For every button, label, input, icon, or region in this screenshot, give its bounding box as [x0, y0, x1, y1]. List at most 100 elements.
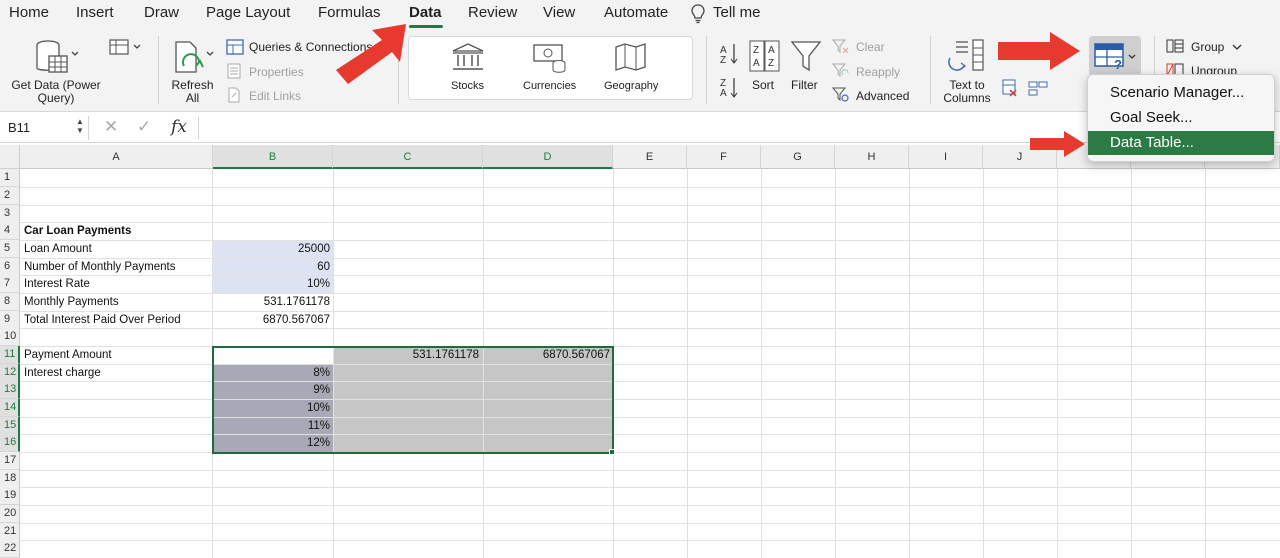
advanced-button[interactable]: Advanced [856, 89, 909, 103]
tab-formulas[interactable]: Formulas [318, 4, 381, 21]
row-header[interactable]: 8 [0, 293, 20, 311]
row-header[interactable]: 17 [0, 452, 20, 470]
menu-item-data-table[interactable]: Data Table... [1088, 131, 1274, 155]
cell-a6[interactable]: Number of Monthly Payments [24, 259, 175, 276]
cell-a4[interactable]: Car Loan Payments [24, 223, 131, 240]
properties-button[interactable]: Properties [249, 65, 304, 79]
row-header[interactable]: 10 [0, 328, 20, 346]
tab-tell-me[interactable]: Tell me [713, 4, 761, 21]
cancel-icon[interactable]: ✕ [104, 117, 118, 137]
insert-function-button[interactable]: fx [171, 117, 187, 137]
gridline [20, 311, 1280, 312]
geography-label[interactable]: Geography [604, 80, 658, 92]
row-header[interactable]: 21 [0, 523, 20, 541]
tab-page-layout[interactable]: Page Layout [206, 4, 290, 21]
cell-a7[interactable]: Interest Rate [24, 276, 90, 293]
active-tab-indicator [409, 25, 443, 28]
group-button[interactable]: Group [1191, 40, 1224, 54]
tab-draw[interactable]: Draw [144, 4, 179, 21]
geography-icon[interactable] [614, 42, 648, 72]
column-header-e[interactable]: E [613, 145, 687, 169]
remove-duplicates-icon[interactable] [1001, 78, 1051, 100]
gridline [1131, 169, 1132, 558]
chevron-down-icon[interactable] [1232, 43, 1242, 51]
cell-b6[interactable]: 60 [213, 259, 330, 276]
gridline [761, 169, 762, 558]
refresh-all-icon[interactable] [172, 40, 216, 78]
row-header[interactable]: 22 [0, 540, 20, 558]
cell-a8[interactable]: Monthly Payments [24, 294, 119, 311]
currencies-label[interactable]: Currencies [523, 80, 576, 92]
from-table-icon[interactable] [108, 38, 142, 58]
row-header[interactable]: 1 [0, 169, 20, 187]
column-header-i[interactable]: I [909, 145, 983, 169]
edit-links-button[interactable]: Edit Links [249, 89, 301, 103]
row-header[interactable]: 14 [0, 399, 20, 417]
sort-ascending-icon[interactable]: A Z Z A [718, 42, 740, 102]
stocks-label[interactable]: Stocks [451, 80, 484, 92]
menu-item-goal-seek[interactable]: Goal Seek... [1088, 106, 1274, 130]
column-header-b[interactable]: B [213, 145, 333, 169]
row-header[interactable]: 18 [0, 470, 20, 488]
column-header-g[interactable]: G [761, 145, 835, 169]
sort-button[interactable]: Sort [752, 78, 774, 92]
what-if-analysis-button[interactable]: ? [1089, 36, 1141, 76]
row-header[interactable]: 2 [0, 187, 20, 205]
gridline [20, 205, 1280, 206]
row-header[interactable]: 20 [0, 505, 20, 523]
clear-button[interactable]: Clear [856, 40, 885, 54]
ribbon-separator [706, 36, 707, 104]
row-header[interactable]: 19 [0, 487, 20, 505]
reapply-button[interactable]: Reapply [856, 65, 900, 79]
menu-item-scenario-manager[interactable]: Scenario Manager... [1088, 81, 1274, 105]
tab-automate[interactable]: Automate [604, 4, 668, 21]
row-header[interactable]: 3 [0, 205, 20, 223]
text-to-columns-button[interactable]: Text to Columns [938, 79, 996, 105]
database-icon[interactable] [34, 38, 82, 78]
cell-a12[interactable]: Interest charge [24, 365, 101, 382]
row-header[interactable]: 13 [0, 381, 20, 399]
filter-icon[interactable] [790, 40, 822, 74]
fill-handle[interactable] [609, 449, 615, 455]
row-header[interactable]: 15 [0, 417, 20, 435]
gridline [909, 169, 910, 558]
column-header-f[interactable]: F [687, 145, 761, 169]
get-data-button[interactable]: Get Data (Power Query) [6, 79, 106, 105]
tab-review[interactable]: Review [468, 4, 517, 21]
select-all-corner[interactable] [0, 145, 20, 169]
cell-a5[interactable]: Loan Amount [24, 241, 92, 258]
cell-b8[interactable]: 531.1761178 [213, 294, 330, 311]
cell-b9[interactable]: 6870.567067 [213, 312, 330, 329]
row-header[interactable]: 16 [0, 434, 20, 452]
sort-icon[interactable]: ZA AZ [749, 40, 781, 72]
tab-data[interactable]: Data [409, 4, 442, 21]
tab-home[interactable]: Home [9, 4, 49, 21]
currencies-icon[interactable] [532, 42, 568, 74]
confirm-icon[interactable]: ✓ [137, 117, 151, 137]
gridline [983, 169, 984, 558]
row-header[interactable]: 11 [0, 346, 20, 364]
refresh-all-button[interactable]: Refresh All [165, 79, 220, 105]
column-header-d[interactable]: D [483, 145, 613, 169]
cell-b5[interactable]: 25000 [213, 241, 330, 258]
row-header[interactable]: 5 [0, 240, 20, 258]
text-to-columns-icon[interactable] [946, 38, 986, 74]
row-header[interactable]: 4 [0, 222, 20, 240]
column-header-a[interactable]: A [20, 145, 213, 169]
cell-a11[interactable]: Payment Amount [24, 347, 112, 364]
filter-button[interactable]: Filter [791, 78, 818, 92]
name-box-stepper-icon[interactable]: ▲ ▼ [76, 117, 84, 135]
cell-b7[interactable]: 10% [213, 276, 330, 293]
gridline [20, 434, 1280, 435]
column-header-c[interactable]: C [333, 145, 483, 169]
tab-view[interactable]: View [543, 4, 575, 21]
cell-a9[interactable]: Total Interest Paid Over Period [24, 312, 181, 329]
row-header[interactable]: 7 [0, 275, 20, 293]
stocks-icon[interactable] [451, 42, 485, 72]
row-header[interactable]: 12 [0, 364, 20, 382]
row-header[interactable]: 6 [0, 258, 20, 276]
row-header[interactable]: 9 [0, 311, 20, 329]
column-header-h[interactable]: H [835, 145, 909, 169]
tab-insert[interactable]: Insert [76, 4, 114, 21]
gridline [20, 487, 1280, 488]
